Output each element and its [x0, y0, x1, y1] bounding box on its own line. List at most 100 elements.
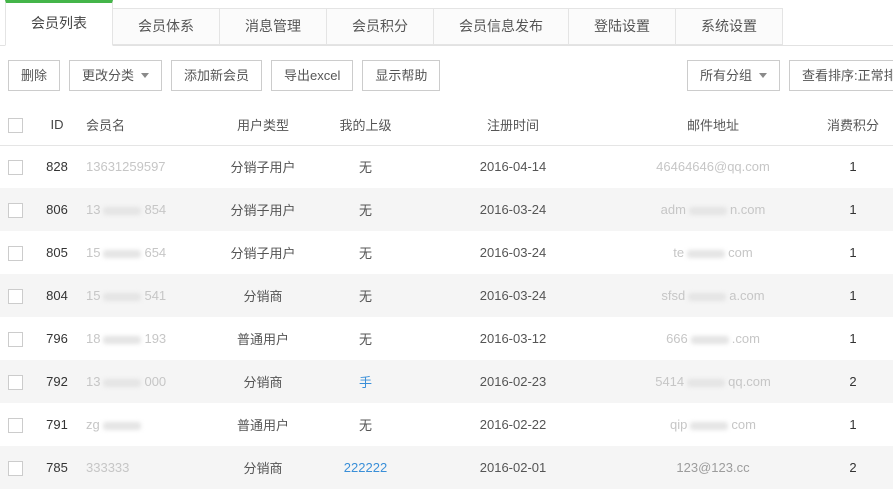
- member-name-text: 333333: [86, 460, 129, 475]
- col-header-id: ID: [36, 105, 78, 145]
- tab-member-list[interactable]: 会员列表: [5, 0, 113, 46]
- col-header-member-name: 会员名: [78, 105, 208, 145]
- table-row: 804 15541 分销商 无 2016-03-24 sfsda.com 1: [0, 274, 893, 317]
- member-name-text: 13: [86, 374, 100, 389]
- member-name: 13000: [78, 360, 208, 403]
- show-help-button[interactable]: 显示帮助: [362, 60, 440, 91]
- email-text: te: [673, 245, 684, 260]
- member-name-text: 13631259597: [86, 159, 166, 174]
- member-name-text: 18: [86, 331, 100, 346]
- register-time: 2016-03-24: [413, 188, 613, 231]
- tab-member-points[interactable]: 会员积分: [326, 8, 434, 45]
- all-groups-dropdown[interactable]: 所有分组: [687, 60, 780, 91]
- redaction-blur: [688, 293, 726, 301]
- member-name-text: 15: [86, 245, 100, 260]
- member-name: 18193: [78, 317, 208, 360]
- member-id: 792: [36, 360, 78, 403]
- col-header-email: 邮件地址: [613, 105, 813, 145]
- upline: 无: [318, 231, 413, 274]
- table-row: 828 13631259597 分销子用户 无 2016-04-14 46464…: [0, 145, 893, 188]
- tab-system-settings[interactable]: 系统设置: [675, 8, 783, 45]
- row-checkbox[interactable]: [8, 418, 23, 433]
- row-checkbox[interactable]: [8, 332, 23, 347]
- upline: 手: [318, 360, 413, 403]
- redaction-blur: [103, 379, 141, 387]
- chevron-down-icon: [141, 73, 149, 78]
- upline-link[interactable]: 222222: [344, 460, 387, 475]
- redaction-blur: [103, 422, 141, 430]
- user-type: 分销商: [208, 360, 318, 403]
- member-id: 805: [36, 231, 78, 274]
- row-checkbox[interactable]: [8, 375, 23, 390]
- email: te com: [613, 231, 813, 274]
- email: 666 .com: [613, 317, 813, 360]
- upline-link[interactable]: 手: [359, 375, 372, 390]
- col-header-upline: 我的上级: [318, 105, 413, 145]
- email: 46464646@qq.com: [613, 145, 813, 188]
- toolbar-right-group: 所有分组 查看排序:正常排序: [687, 60, 893, 91]
- upline: 222222: [318, 446, 413, 489]
- redaction-blur: [687, 250, 725, 258]
- upline: 无: [318, 145, 413, 188]
- col-header-points: 消费积分: [813, 105, 893, 145]
- select-all-checkbox[interactable]: [8, 118, 23, 133]
- row-checkbox[interactable]: [8, 246, 23, 261]
- member-name: zg: [78, 403, 208, 446]
- email: admn.com: [613, 188, 813, 231]
- register-time: 2016-03-24: [413, 231, 613, 274]
- user-type: 分销子用户: [208, 188, 318, 231]
- tab-message-management[interactable]: 消息管理: [219, 8, 327, 45]
- member-name: 13631259597: [78, 145, 208, 188]
- tab-login-settings[interactable]: 登陆设置: [568, 8, 676, 45]
- all-groups-label: 所有分组: [700, 68, 752, 83]
- tab-member-system[interactable]: 会员体系: [112, 8, 220, 45]
- change-category-dropdown[interactable]: 更改分类: [69, 60, 162, 91]
- email-text: com: [728, 245, 753, 260]
- redaction-blur: [103, 250, 141, 258]
- add-member-button[interactable]: 添加新会员: [171, 60, 262, 91]
- user-type: 普通用户: [208, 403, 318, 446]
- register-time: 2016-03-24: [413, 274, 613, 317]
- delete-button[interactable]: 删除: [8, 60, 60, 91]
- member-name-text: 654: [144, 245, 166, 260]
- user-type: 普通用户: [208, 317, 318, 360]
- row-checkbox[interactable]: [8, 289, 23, 304]
- upline: 无: [318, 317, 413, 360]
- tab-member-info-publish[interactable]: 会员信息发布: [433, 8, 569, 45]
- row-checkbox[interactable]: [8, 203, 23, 218]
- table-row: 796 18193 普通用户 无 2016-03-12 666.com 1: [0, 317, 893, 360]
- email-text: .com: [732, 331, 760, 346]
- table-row: 792 13000 分销商 手 2016-02-23 5414qq.com 2: [0, 360, 893, 403]
- member-name-text: 541: [144, 288, 166, 303]
- table-row: 805 15654 分销子用户 无 2016-03-24 tecom 1: [0, 231, 893, 274]
- member-name: 15541: [78, 274, 208, 317]
- export-excel-button[interactable]: 导出excel: [271, 60, 353, 91]
- email-text: 46464646@qq.com: [656, 159, 770, 174]
- points: 1: [813, 231, 893, 274]
- table-header-row: ID 会员名 用户类型 我的上级 注册时间 邮件地址 消费积分: [0, 105, 893, 145]
- points: 2: [813, 360, 893, 403]
- upline: 无: [318, 274, 413, 317]
- table-row: 791 zg 普通用户 无 2016-02-22 qipcom 1: [0, 403, 893, 446]
- table-row: 785 333333 分销商 222222 2016-02-01 123@123…: [0, 446, 893, 489]
- member-id: 828: [36, 145, 78, 188]
- email-text: 666: [666, 331, 688, 346]
- member-id: 796: [36, 317, 78, 360]
- row-checkbox[interactable]: [8, 160, 23, 175]
- email-text: qip: [670, 417, 687, 432]
- email-text: com: [731, 417, 756, 432]
- member-name-text: zg: [86, 417, 100, 432]
- user-type: 分销子用户: [208, 145, 318, 188]
- upline: 无: [318, 403, 413, 446]
- register-time: 2016-02-23: [413, 360, 613, 403]
- user-type: 分销商: [208, 274, 318, 317]
- member-name: 13854: [78, 188, 208, 231]
- table-row: 806 13854 分销子用户 无 2016-03-24 admn.com 1: [0, 188, 893, 231]
- view-sort-button[interactable]: 查看排序:正常排序: [789, 60, 893, 91]
- chevron-down-icon: [759, 73, 767, 78]
- email-text: a.com: [729, 288, 764, 303]
- member-id: 804: [36, 274, 78, 317]
- member-name-text: 13: [86, 202, 100, 217]
- row-checkbox[interactable]: [8, 461, 23, 476]
- change-category-label: 更改分类: [82, 68, 134, 83]
